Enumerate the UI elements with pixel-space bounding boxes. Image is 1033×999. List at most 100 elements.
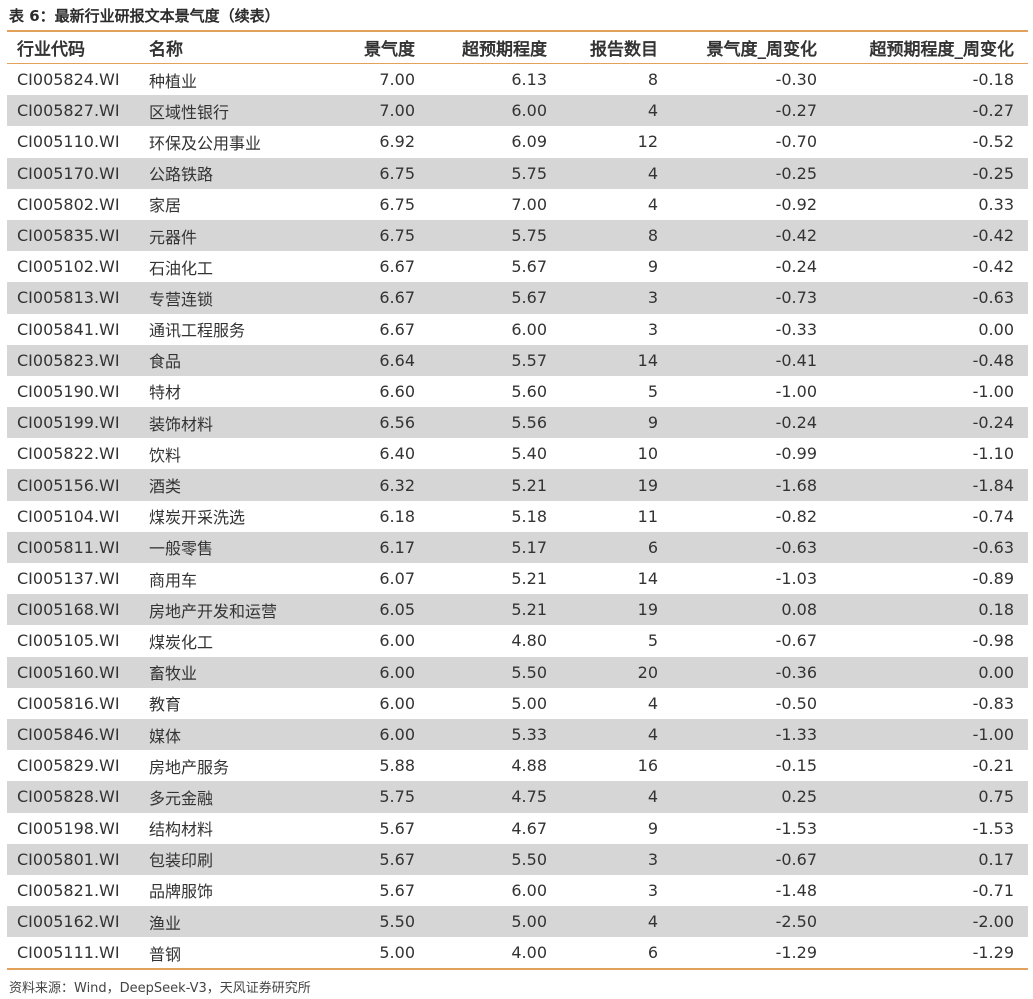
cell-sentiment-weekly-change: -0.50 xyxy=(775,693,817,713)
table-row: CI005802.WI 家居 6.75 7.00 4 -0.92 0.33 xyxy=(7,189,1028,220)
cell-sentiment-weekly-change: -0.67 xyxy=(662,843,821,875)
cell-code: CI005823.WI xyxy=(7,344,143,376)
table-row: CI005190.WI 特材 6.60 5.60 5 -1.00 -1.00 xyxy=(7,376,1028,407)
cell-surprise: 7.00 xyxy=(511,194,547,214)
cell-sentiment-weekly-change: -0.33 xyxy=(775,319,817,339)
cell-sentiment-weekly-change: -0.36 xyxy=(662,656,821,688)
cell-surprise: 5.33 xyxy=(419,718,551,751)
cell-surprise-weekly-change: -0.74 xyxy=(972,506,1014,526)
cell-name: 普钢 xyxy=(149,944,182,964)
cell-name: 家居 xyxy=(149,196,182,216)
cell-sentiment-weekly-change: -1.48 xyxy=(775,880,817,900)
cell-surprise: 5.21 xyxy=(419,594,551,626)
cell-report-count: 9 xyxy=(551,407,662,439)
cell-sentiment: 6.17 xyxy=(343,531,419,563)
cell-sentiment-weekly-change: -1.29 xyxy=(775,943,817,963)
cell-name: 畜牧业 xyxy=(143,656,343,688)
cell-sentiment-weekly-change: -2.50 xyxy=(662,906,821,938)
table-row: CI005168.WI 房地产开发和运营 6.05 5.21 19 0.08 0.18 xyxy=(7,594,1028,626)
cell-sentiment: 6.00 xyxy=(379,631,415,651)
cell-name: 房地产开发和运营 xyxy=(143,594,343,626)
cell-surprise: 5.75 xyxy=(419,157,551,189)
cell-surprise-weekly-change: -0.21 xyxy=(972,756,1014,776)
table-body: CI005824.WI 种植业 7.00 6.13 8 -0.30 -0.18 CI00582… xyxy=(7,64,1028,969)
table-row: CI005156.WI 酒类 6.32 5.21 19 -1.68 -1.84 xyxy=(7,469,1028,501)
table-row: CI005170.WI 公路铁路 6.75 5.75 4 -0.25 -0.25 xyxy=(7,157,1028,189)
cell-sentiment: 5.67 xyxy=(379,818,415,838)
cell-sentiment: 6.67 xyxy=(343,282,419,314)
cell-report-count: 4 xyxy=(647,194,658,214)
cell-sentiment-weekly-change: -0.99 xyxy=(775,444,817,464)
cell-code: CI005156.WI xyxy=(7,469,143,501)
cell-report-count: 11 xyxy=(637,506,658,526)
cell-surprise: 6.09 xyxy=(511,132,547,152)
cell-report-count: 12 xyxy=(637,132,658,152)
cell-name: 煤炭开采洗选 xyxy=(149,508,246,528)
cell-sentiment: 5.50 xyxy=(343,906,419,938)
cell-report-count: 6 xyxy=(551,531,662,563)
cell-sentiment: 6.32 xyxy=(343,469,419,501)
cell-name: 酒类 xyxy=(143,469,343,501)
cell-surprise: 6.00 xyxy=(419,95,551,127)
table-row: CI005137.WI 商用车 6.07 5.21 14 -1.03 -0.89 xyxy=(7,563,1028,594)
table-row: CI005102.WI 石油化工 6.67 5.67 9 -0.24 -0.42 xyxy=(7,251,1028,282)
cell-report-count: 4 xyxy=(551,157,662,189)
cell-sentiment-weekly-change: -1.53 xyxy=(775,818,817,838)
cell-code: CI005168.WI xyxy=(7,594,143,626)
column-header-surprise: 超预期程度 xyxy=(419,32,551,64)
cell-surprise-weekly-change: -1.00 xyxy=(821,718,1028,751)
cell-report-count: 16 xyxy=(637,756,658,776)
cell-name: 特材 xyxy=(149,383,182,403)
cell-code: CI005835.WI xyxy=(7,219,143,252)
cell-sentiment: 6.00 xyxy=(343,718,419,751)
cell-sentiment: 6.64 xyxy=(343,344,419,376)
cell-sentiment-weekly-change: -0.70 xyxy=(775,132,817,152)
cell-code: CI005846.WI xyxy=(7,718,143,751)
cell-sentiment: 6.56 xyxy=(343,407,419,439)
cell-sentiment: 6.07 xyxy=(379,569,415,589)
cell-name: 包装印刷 xyxy=(143,843,343,875)
cell-surprise-weekly-change: -0.52 xyxy=(972,132,1014,152)
cell-surprise: 4.88 xyxy=(511,756,547,776)
cell-sentiment: 5.67 xyxy=(343,843,419,875)
cell-sentiment: 6.00 xyxy=(343,656,419,688)
cell-sentiment-weekly-change: 0.08 xyxy=(662,594,821,626)
cell-surprise: 6.00 xyxy=(511,319,547,339)
table-row: CI005824.WI 种植业 7.00 6.13 8 -0.30 -0.18 xyxy=(7,64,1028,96)
cell-report-count: 9 xyxy=(647,257,658,277)
cell-surprise-weekly-change: -0.42 xyxy=(821,219,1028,252)
cell-sentiment: 6.60 xyxy=(379,381,415,401)
cell-code: CI005813.WI xyxy=(7,282,143,314)
cell-surprise: 4.80 xyxy=(511,631,547,651)
cell-surprise-weekly-change: -0.71 xyxy=(972,880,1014,900)
column-header-surprise-weekly-change: 超预期程度_周变化 xyxy=(821,32,1028,64)
column-header-code: 行业代码 xyxy=(7,32,143,64)
cell-report-count: 3 xyxy=(551,282,662,314)
cell-report-count: 9 xyxy=(647,818,658,838)
cell-surprise-weekly-change: -1.29 xyxy=(972,943,1014,963)
table-row: CI005816.WI 教育 6.00 5.00 4 -0.50 -0.83 xyxy=(7,688,1028,719)
cell-code: CI005816.WI xyxy=(17,693,120,713)
cell-surprise: 6.00 xyxy=(511,880,547,900)
cell-name: 多元金融 xyxy=(143,781,343,813)
cell-surprise-weekly-change: -0.89 xyxy=(972,569,1014,589)
cell-code: CI005802.WI xyxy=(17,194,120,214)
cell-sentiment-weekly-change: -1.00 xyxy=(775,381,817,401)
cell-name: 渔业 xyxy=(143,906,343,938)
cell-name: 石油化工 xyxy=(149,258,214,278)
cell-report-count: 10 xyxy=(637,444,658,464)
cell-code: CI005199.WI xyxy=(7,407,143,439)
cell-surprise: 5.67 xyxy=(419,282,551,314)
cell-name: 种植业 xyxy=(149,71,198,91)
cell-sentiment: 7.00 xyxy=(379,70,415,90)
cell-surprise: 4.75 xyxy=(419,781,551,813)
cell-surprise-weekly-change: -1.53 xyxy=(972,818,1014,838)
cell-code: CI005137.WI xyxy=(17,569,120,589)
cell-report-count: 8 xyxy=(551,219,662,252)
report-table-page: 表 6：最新行业研报文本景气度（续表） 行业代码 名称 景气度 超预期程度 报告… xyxy=(0,0,1033,999)
cell-surprise: 5.57 xyxy=(419,344,551,376)
cell-name: 食品 xyxy=(143,344,343,376)
cell-surprise: 5.00 xyxy=(511,693,547,713)
cell-surprise: 5.67 xyxy=(511,257,547,277)
cell-surprise-weekly-change: 0.33 xyxy=(978,194,1014,214)
